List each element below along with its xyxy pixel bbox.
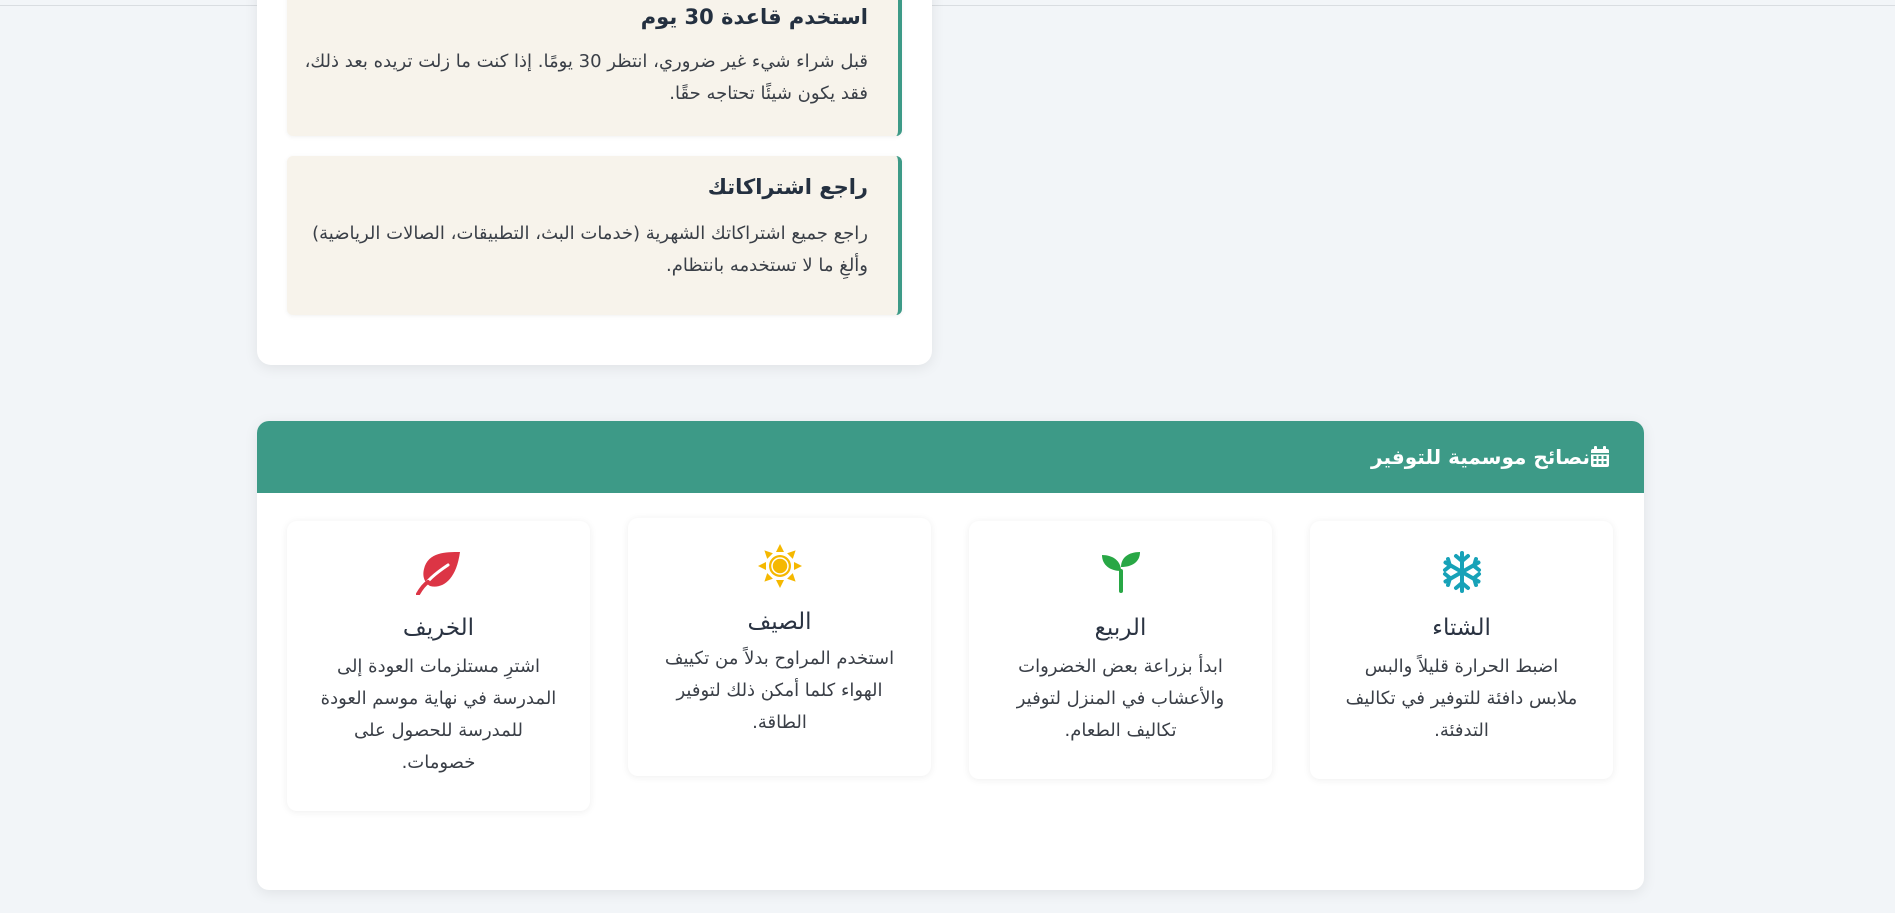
seedling-icon: [1098, 549, 1144, 595]
season-name: الخريف: [402, 615, 475, 641]
season-card-winter: الشتاء اضبط الحرارة قليلاً والبس ملابس د…: [1310, 521, 1613, 779]
sun-icon: [757, 543, 803, 589]
season-card-spring: الربيع ابدأ بزراعة بعض الخضروات والأعشاب…: [969, 521, 1272, 779]
season-card-autumn: الخريف اشترِ مستلزمات العودة إلى المدرسة…: [287, 521, 590, 811]
season-name: الربيع: [1094, 615, 1147, 641]
leaf-icon: [415, 549, 462, 596]
tip-title: راجع اشتراكاتك: [707, 175, 868, 199]
calendar-icon: [1590, 446, 1610, 468]
season-tip: استخدم المراوح بدلاً من تكييف الهواء كلم…: [664, 648, 895, 733]
snowflake-icon: [1439, 549, 1485, 595]
tip-item: راجع اشتراكاتك راجع جميع اشتراكاتك الشهر…: [287, 156, 902, 315]
saving-tips-card: استخدم قاعدة 30 يوم قبل شراء شيء غير ضرو…: [257, 0, 932, 365]
seasonal-tips-header: نصائح موسمية للتوفير: [257, 421, 1644, 493]
season-name: الصيف: [747, 609, 812, 635]
season-tip: اشترِ مستلزمات العودة إلى المدرسة في نها…: [320, 656, 557, 773]
season-name: الشتاء: [1432, 615, 1491, 641]
tip-text: راجع جميع اشتراكاتك الشهرية (خدمات البث،…: [312, 223, 868, 276]
tip-text: قبل شراء شيء غير ضروري، انتظر 30 يومًا. …: [304, 51, 868, 104]
season-tip: اضبط الحرارة قليلاً والبس ملابس دافئة لل…: [1345, 656, 1578, 741]
tip-title: استخدم قاعدة 30 يوم: [640, 5, 868, 29]
section-title: نصائح موسمية للتوفير: [1371, 445, 1590, 469]
season-tip: ابدأ بزراعة بعض الخضروات والأعشاب في الم…: [1016, 656, 1225, 741]
seasonal-tips-section: نصائح موسمية للتوفير الشتاء اضبط الحرارة…: [257, 421, 1644, 890]
season-card-summer: الصيف استخدم المراوح بدلاً من تكييف الهو…: [628, 518, 931, 776]
tip-item: استخدم قاعدة 30 يوم قبل شراء شيء غير ضرو…: [287, 0, 902, 136]
